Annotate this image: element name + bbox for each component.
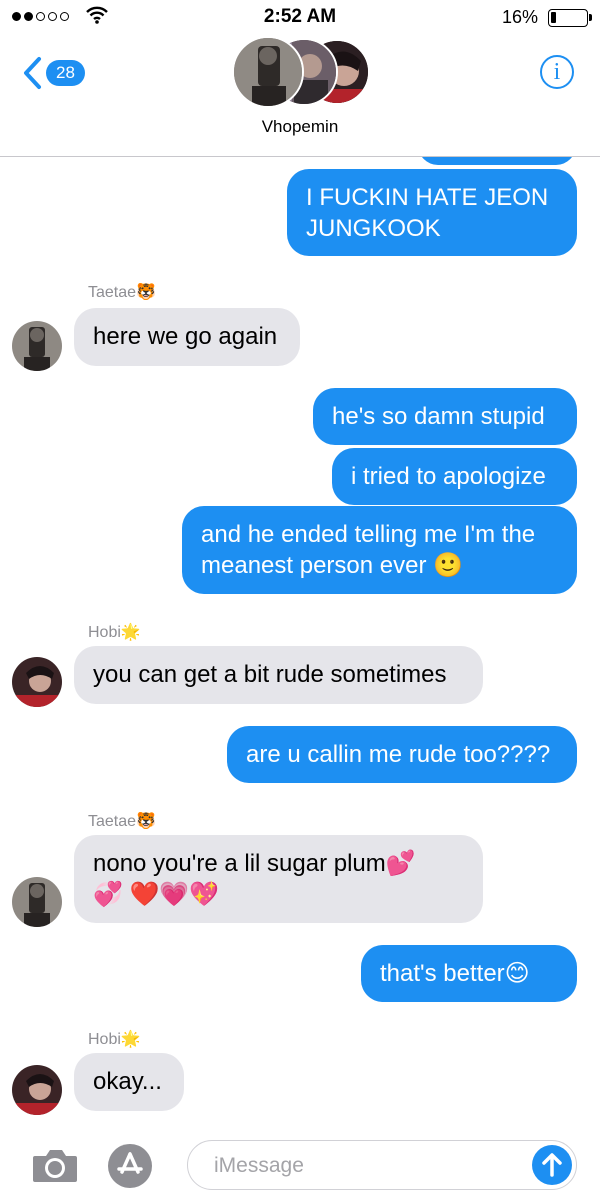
status-bar: 2:52 AM 16% (0, 0, 600, 36)
message-input[interactable] (212, 1150, 516, 1182)
message-composer (0, 1130, 600, 1200)
unread-count-badge: 28 (46, 60, 85, 86)
incoming-message[interactable]: nono you're a lil sugar plum💕💞 ❤️💗💖 (74, 835, 483, 923)
battery-percent: 16% (501, 7, 538, 27)
outgoing-message[interactable]: and he ended telling me I'm the meanest … (182, 506, 577, 594)
outgoing-message[interactable]: i tried to apologize (332, 448, 577, 505)
message-list[interactable]: I FUCKIN HATE JEON JUNGKOOK Taetae🐯 here… (0, 157, 600, 1129)
message-input-field[interactable] (187, 1140, 577, 1190)
conversation-header: 28 Vhopemin i (0, 36, 600, 157)
incoming-message[interactable]: you can get a bit rude sometimes (74, 646, 483, 704)
battery-icon (548, 9, 592, 27)
sender-avatar (12, 877, 62, 927)
chevron-left-icon (24, 57, 41, 89)
avatar (232, 36, 304, 108)
incoming-message[interactable]: here we go again (74, 308, 300, 366)
sender-name: Taetae🐯 (88, 284, 156, 301)
app-store-icon[interactable] (108, 1144, 152, 1188)
outgoing-message[interactable]: I FUCKIN HATE JEON JUNGKOOK (287, 169, 577, 256)
incoming-message[interactable]: okay... (74, 1053, 184, 1111)
sender-avatar (12, 321, 62, 371)
arrow-up-icon (542, 1153, 562, 1177)
sender-name: Hobi🌟 (88, 624, 141, 641)
outgoing-message[interactable]: he's so damn stupid (313, 388, 577, 445)
outgoing-message[interactable]: that's better😊 (361, 945, 577, 1002)
camera-icon[interactable] (31, 1146, 79, 1184)
sender-name: Hobi🌟 (88, 1031, 141, 1048)
group-name[interactable]: Vhopemin (0, 117, 600, 137)
info-button[interactable]: i (540, 55, 574, 89)
sender-avatar (12, 1065, 62, 1115)
sender-name: Taetae🐯 (88, 813, 156, 830)
send-button[interactable] (532, 1145, 572, 1185)
message-bubble-partial[interactable] (418, 157, 576, 165)
outgoing-message[interactable]: are u callin me rude too???? (227, 726, 577, 783)
group-avatars[interactable] (232, 36, 372, 108)
back-button[interactable]: 28 (22, 56, 85, 90)
sender-avatar (12, 657, 62, 707)
